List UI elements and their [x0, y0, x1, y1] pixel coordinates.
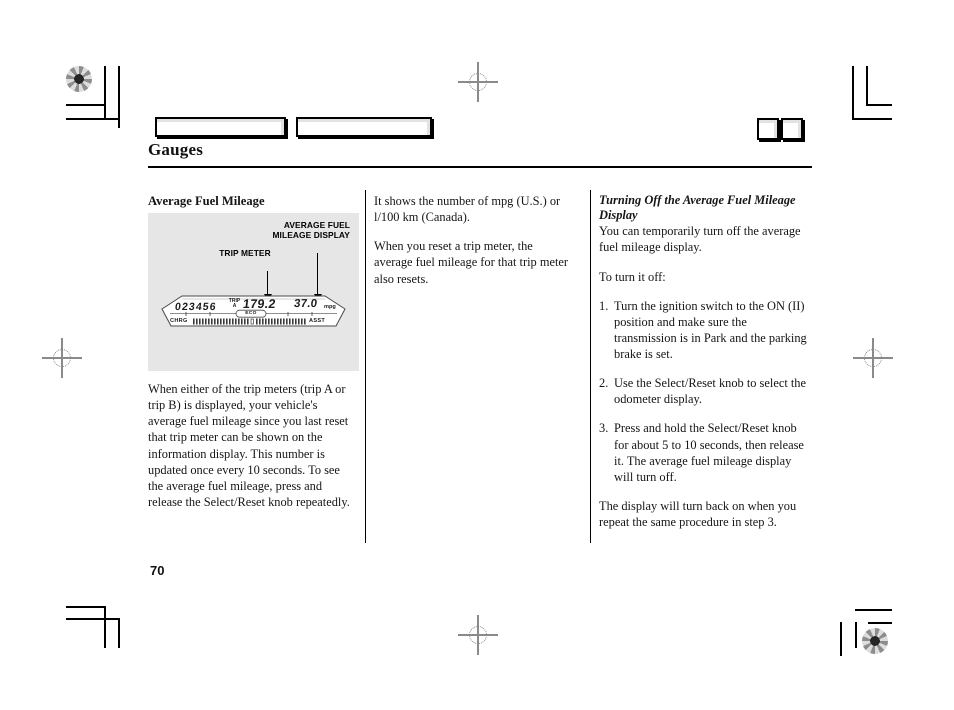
tab-box-left[interactable]: [155, 117, 286, 137]
page-title: Gauges: [148, 140, 204, 159]
tab-box-left-shade-right: [281, 119, 284, 135]
tab-box-right-shade-top: [298, 119, 430, 122]
step-text: Turn the ignition switch to the ON (II) …: [614, 298, 807, 361]
cluster-lcd-graphic: [161, 295, 346, 327]
page-number: 70: [150, 563, 165, 578]
column-right: Turning Off the Average Fuel Mileage Dis…: [599, 193, 811, 530]
right-lead-in: To turn it off:: [599, 269, 666, 284]
header-divider-rule: [148, 166, 812, 168]
lcd-fuel-economy-value: 37.0: [293, 298, 318, 310]
section-heading-turning-off-display: Turning Off the Average Fuel Mileage Dis…: [599, 193, 796, 223]
list-item: 2. Use the Select/Reset knob to select t…: [599, 375, 811, 407]
step-number: 2.: [599, 376, 609, 391]
tab-marker-1-shade-right: [774, 120, 777, 138]
lcd-assist-label: ASST: [309, 318, 326, 324]
step-text: Use the Select/Reset knob to select the …: [614, 376, 807, 407]
right-intro-paragraph: You can temporarily turn off the average…: [599, 224, 801, 255]
lcd-odometer-value: 023456: [174, 301, 218, 313]
right-closing-paragraph: The display will turn back on when you r…: [599, 498, 797, 529]
turn-off-steps-list: 1. Turn the ignition switch to the ON (I…: [599, 298, 811, 485]
lcd-eco-badge: ECO: [245, 310, 257, 316]
tab-box-right[interactable]: [296, 117, 432, 137]
section-heading-average-fuel-mileage: Average Fuel Mileage: [148, 194, 265, 208]
tab-marker-2[interactable]: [781, 118, 803, 140]
column-divider-right: [590, 190, 592, 543]
left-body-paragraph: When either of the trip meters (trip A o…: [148, 382, 350, 509]
column-left-body: When either of the trip meters (trip A o…: [148, 381, 350, 510]
lcd-trip-value: 179.2: [242, 297, 277, 311]
column-divider-left: [365, 190, 367, 543]
step-number: 3.: [599, 421, 609, 436]
list-item: 3. Press and hold the Select/Reset knob …: [599, 420, 811, 485]
step-text: Press and hold the Select/Reset knob for…: [614, 421, 804, 484]
middle-paragraph-2: When you reset a trip meter, the average…: [374, 239, 569, 286]
tab-marker-1[interactable]: [757, 118, 779, 140]
instrument-cluster-illustration: AVERAGE FUEL MILEAGE DISPLAY TRIP METER: [148, 213, 359, 371]
lcd-trip-label-line2: A: [232, 303, 237, 310]
tab-marker-2-shade-right: [798, 120, 801, 138]
tab-box-left-shade-top: [157, 119, 284, 122]
step-number: 1.: [599, 298, 609, 313]
lcd-trip-label: TRIP A: [228, 298, 241, 310]
lcd-charge-label: CHRG: [170, 318, 188, 324]
middle-paragraph-1: It shows the number of mpg (U.S.) or l/1…: [374, 194, 561, 225]
tab-box-right-shade-right: [427, 119, 430, 135]
column-middle: It shows the number of mpg (U.S.) or l/1…: [374, 193, 572, 287]
list-item: 1. Turn the ignition switch to the ON (I…: [599, 298, 811, 363]
manual-page: Gauges Average Fuel Mileage AVERAGE FUEL…: [0, 0, 954, 710]
lcd-fuel-economy-unit: mpg: [324, 304, 336, 310]
